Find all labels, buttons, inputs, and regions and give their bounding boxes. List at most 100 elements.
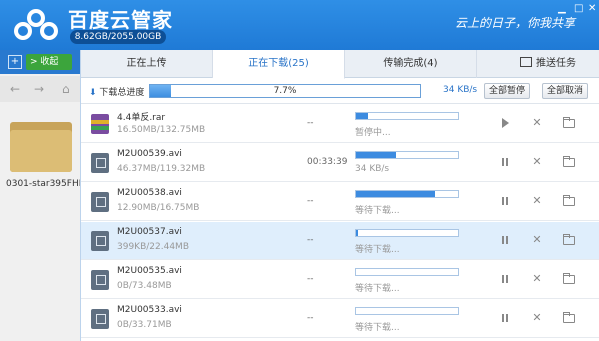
video-icon (91, 153, 109, 173)
file-name: M2U00538.avi (117, 188, 182, 198)
archive-icon (91, 114, 109, 134)
tab-uploading[interactable]: 正在上传 (81, 50, 213, 78)
pause-icon[interactable] (499, 156, 511, 168)
time-remaining: -- (307, 274, 314, 284)
video-icon (91, 309, 109, 329)
total-progress-bar: 7.7% (149, 84, 421, 98)
folder-open-icon[interactable] (563, 312, 575, 324)
nav-row: ← → ⌂ (0, 76, 80, 102)
file-progress-bar (355, 112, 459, 120)
cancel-icon[interactable]: ✕ (531, 117, 543, 129)
download-row[interactable]: M2U00537.avi 399KB/22.44MB -- 等待下载... ✕ (81, 222, 599, 260)
file-status: 等待下载... (355, 245, 400, 255)
push-task-button[interactable]: 推送任务 (520, 50, 599, 78)
file-progress-fill (356, 152, 396, 158)
collapse-arrow-icon: > (30, 57, 38, 67)
file-name: 4.4单反.rar (117, 113, 166, 123)
file-progress-bar (355, 268, 459, 276)
collapse-button[interactable]: > 收起 (26, 54, 72, 70)
back-arrow-icon[interactable]: ← (10, 82, 20, 96)
file-progress-bar (355, 151, 459, 159)
collapse-label: 收起 (40, 57, 59, 67)
download-row[interactable]: M2U00539.avi 46.37MB/119.32MB 00:33:39 34 K… (81, 144, 599, 182)
storage-quota: 8.62GB/2055.00GB (70, 30, 166, 44)
transfer-panel: 正在上传 正在下载(25) 传输完成(4) 推送任务 ⬇ 下载总进度 7.7% … (80, 50, 599, 341)
file-size: 16.50MB/132.75MB (117, 125, 206, 135)
left-toolbar: + > 收起 (0, 50, 80, 74)
home-icon[interactable]: ⌂ (62, 82, 70, 96)
file-name: M2U00535.avi (117, 266, 182, 276)
file-progress-bar (355, 190, 459, 198)
monitor-icon (520, 57, 532, 67)
time-remaining: -- (307, 313, 314, 323)
total-speed: 34 KB/s (443, 85, 478, 95)
upload-icon[interactable]: + (8, 55, 22, 69)
file-size: 12.90MB/16.75MB (117, 203, 200, 213)
folder-name[interactable]: 0301-star395FHD (6, 179, 86, 189)
total-progress-row: ⬇ 下载总进度 7.7% 34 KB/s 全部暂停 全部取消 (81, 78, 599, 104)
video-icon (91, 192, 109, 212)
download-row[interactable]: M2U00533.avi 0B/33.71MB -- 等待下载... ✕ (81, 300, 599, 338)
cancel-icon[interactable]: ✕ (531, 273, 543, 285)
file-status: 等待下载... (355, 323, 400, 333)
cancel-all-button[interactable]: 全部取消 (542, 83, 589, 99)
time-remaining: -- (307, 196, 314, 206)
pause-icon[interactable] (499, 273, 511, 285)
download-row[interactable]: 4.4单反.rar 16.50MB/132.75MB -- 暂停中... ✕ (81, 105, 599, 143)
folder-open-icon[interactable] (563, 117, 575, 129)
time-remaining: -- (307, 118, 314, 128)
file-size: 399KB/22.44MB (117, 242, 189, 252)
time-remaining: 00:33:39 (307, 157, 348, 167)
file-name: M2U00533.avi (117, 305, 182, 315)
app-header: 百度云管家 8.62GB/2055.00GB 云上的日子，你我共享 ▁ □ ✕ (0, 0, 599, 50)
slogan: 云上的日子，你我共享 (455, 16, 576, 30)
download-row[interactable]: M2U00538.avi 12.90MB/16.75MB -- 等待下载... ✕ (81, 183, 599, 221)
forward-arrow-icon[interactable]: → (34, 82, 44, 96)
folder-icon[interactable] (10, 122, 72, 172)
maximize-icon[interactable]: □ (574, 4, 583, 14)
tab-downloading[interactable]: 正在下载(25) (213, 50, 345, 79)
transfer-tabs: 正在上传 正在下载(25) 传输完成(4) 推送任务 (81, 50, 599, 79)
push-task-label: 推送任务 (536, 58, 576, 69)
video-icon (91, 231, 109, 251)
pause-icon[interactable] (499, 195, 511, 207)
total-progress-percent: 7.7% (273, 86, 297, 96)
file-name: M2U00539.avi (117, 149, 182, 159)
resume-icon[interactable] (499, 117, 511, 129)
file-progress-fill (356, 230, 359, 236)
download-arrow-icon: ⬇ (89, 88, 97, 98)
left-panel: + > 收起 ← → ⌂ 0301-star395FHD (0, 50, 86, 341)
folder-open-icon[interactable] (563, 273, 575, 285)
minimize-icon[interactable]: ▁ (558, 4, 566, 14)
cancel-icon[interactable]: ✕ (531, 156, 543, 168)
video-icon (91, 270, 109, 290)
total-progress-label: ⬇ 下载总进度 (89, 88, 145, 98)
cancel-icon[interactable]: ✕ (531, 312, 543, 324)
folder-open-icon[interactable] (563, 234, 575, 246)
file-status: 暂停中... (355, 128, 391, 138)
tab-completed[interactable]: 传输完成(4) (345, 50, 477, 78)
app-title: 百度云管家 (68, 8, 173, 32)
file-size: 46.37MB/119.32MB (117, 164, 206, 174)
file-status: 等待下载... (355, 206, 400, 216)
folder-open-icon[interactable] (563, 195, 575, 207)
download-row[interactable]: M2U00535.avi 0B/73.48MB -- 等待下载... ✕ (81, 261, 599, 299)
file-progress-bar (355, 307, 459, 315)
file-progress-fill (356, 191, 435, 197)
baidu-cloud-logo (14, 9, 58, 40)
time-remaining: -- (307, 235, 314, 245)
cancel-icon[interactable]: ✕ (531, 234, 543, 246)
file-progress-fill (356, 113, 369, 119)
file-size: 0B/73.48MB (117, 281, 172, 291)
folder-open-icon[interactable] (563, 156, 575, 168)
pause-all-button[interactable]: 全部暂停 (484, 83, 531, 99)
pause-icon[interactable] (499, 312, 511, 324)
file-status: 34 KB/s (355, 164, 390, 174)
cancel-icon[interactable]: ✕ (531, 195, 543, 207)
file-size: 0B/33.71MB (117, 320, 172, 330)
file-name: M2U00537.avi (117, 227, 182, 237)
file-status: 等待下载... (355, 284, 400, 294)
close-window-icon[interactable]: ✕ (588, 4, 596, 14)
file-progress-bar (355, 229, 459, 237)
pause-icon[interactable] (499, 234, 511, 246)
